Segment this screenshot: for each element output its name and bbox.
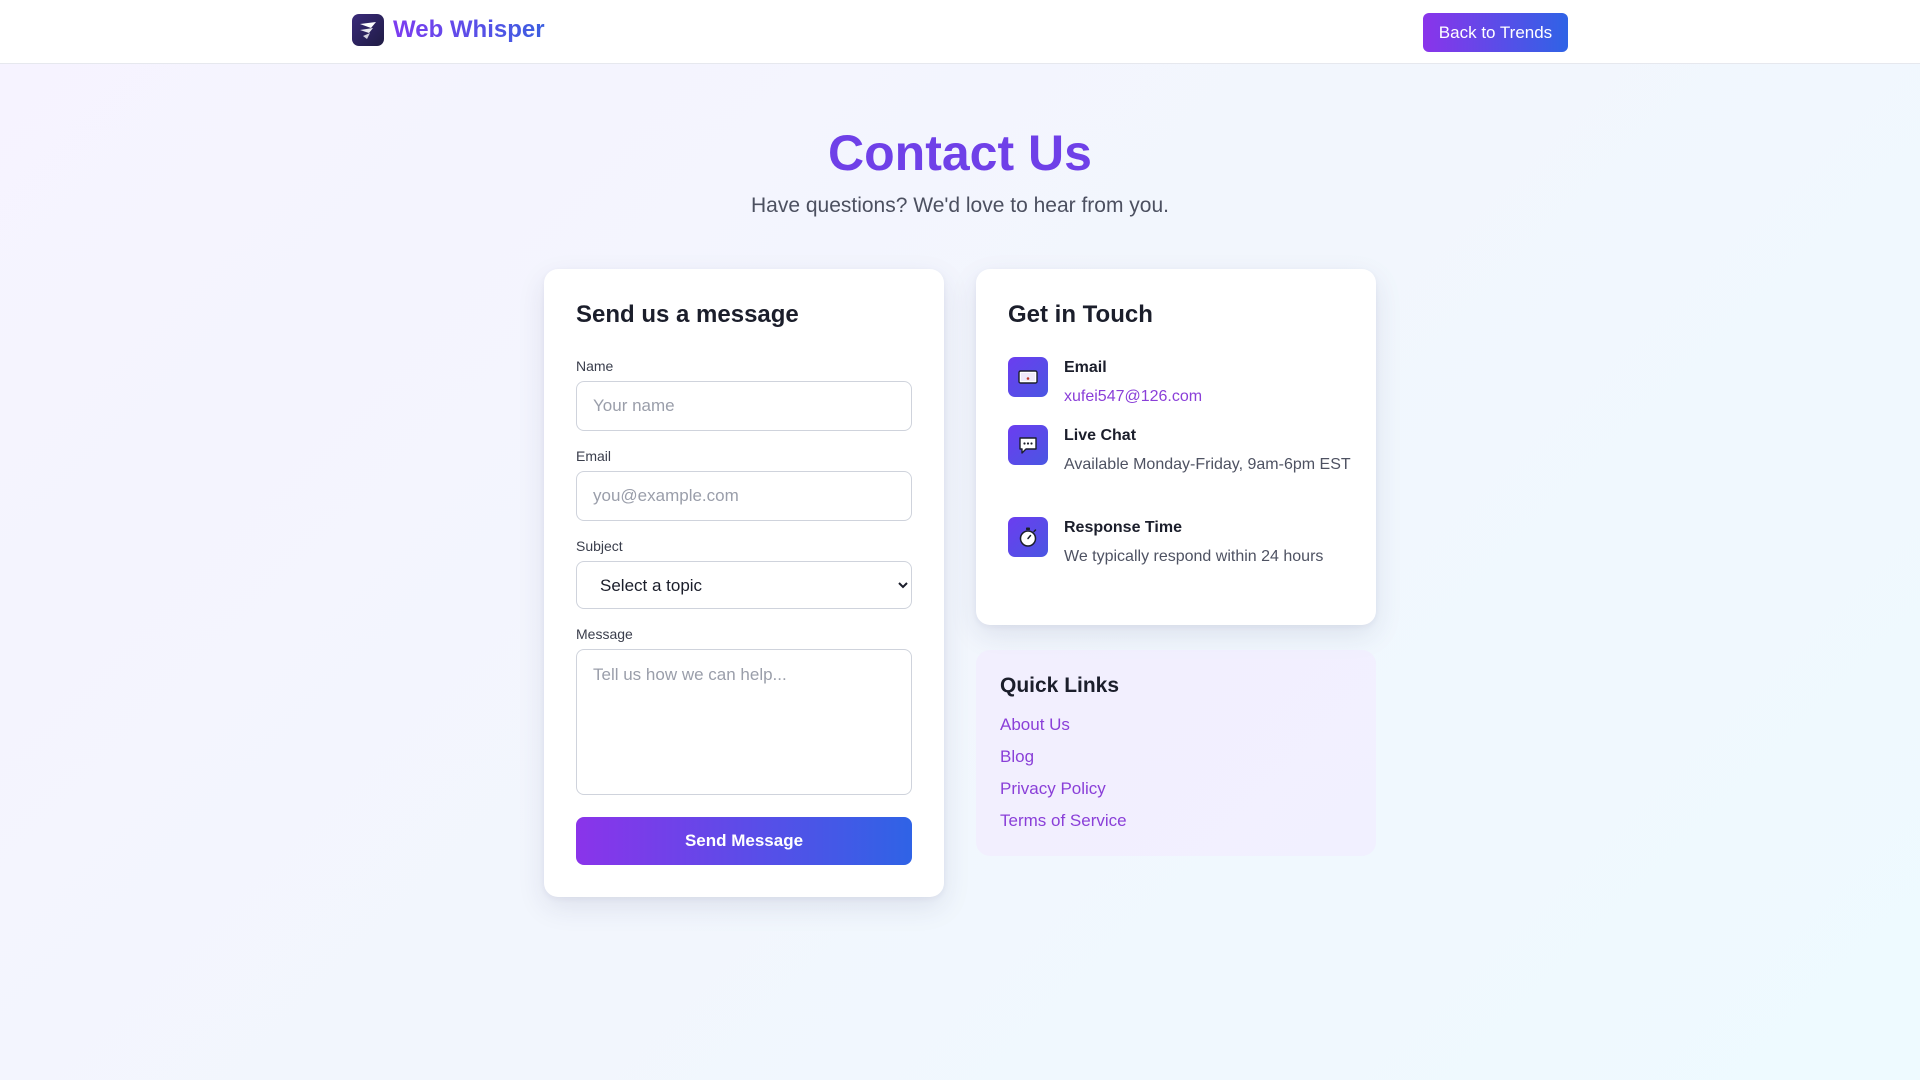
- contact-item-email: Email xufei547@126.com: [1008, 357, 1348, 413]
- email-label: Email: [576, 448, 612, 464]
- envelope-icon: [1008, 357, 1048, 397]
- contact-response-text: We typically respond within 24 hours: [1064, 548, 1324, 565]
- form-title: Send us a message: [576, 301, 799, 328]
- send-message-button[interactable]: Send Message: [576, 817, 912, 865]
- contact-item-response-time: Response Time We typically respond withi…: [1008, 517, 1348, 593]
- contact-form-card: Send us a message Name Email Subject Sel…: [544, 269, 944, 897]
- quick-link-terms-of-service[interactable]: Terms of Service: [1000, 811, 1127, 831]
- contact-email-text-wrap: xufei547@126.com: [1064, 385, 1354, 409]
- name-input[interactable]: [576, 381, 912, 431]
- back-to-trends-button[interactable]: Back to Trends: [1423, 13, 1568, 52]
- subject-select[interactable]: Select a topic: [576, 561, 912, 609]
- quick-link-about-us[interactable]: About Us: [1000, 715, 1070, 735]
- message-label: Message: [576, 626, 633, 642]
- stopwatch-icon: [1008, 517, 1048, 557]
- message-textarea[interactable]: [576, 649, 912, 795]
- quick-links-title: Quick Links: [1000, 674, 1120, 697]
- get-in-touch-card: Get in Touch Email xufei547@126.com Live…: [976, 269, 1376, 625]
- email-input[interactable]: [576, 471, 912, 521]
- brand-name: Web Whisper: [393, 16, 545, 43]
- quick-links-panel: Quick Links About Us Blog Privacy Policy…: [976, 650, 1376, 856]
- page-title: Contact Us: [828, 125, 1092, 181]
- name-label: Name: [576, 358, 614, 374]
- quick-link-privacy-policy[interactable]: Privacy Policy: [1000, 779, 1106, 799]
- top-navbar: Web Whisper Back to Trends: [0, 0, 1920, 64]
- quick-link-blog[interactable]: Blog: [1000, 747, 1034, 767]
- page-subtitle: Have questions? We'd love to hear from y…: [750, 194, 1169, 217]
- contact-chat-text: Available Monday-Friday, 9am-6pm EST: [1064, 456, 1351, 473]
- subject-label: Subject: [576, 538, 623, 554]
- contact-email-link[interactable]: xufei547@126.com: [1064, 388, 1202, 405]
- contact-response-title: Response Time: [1064, 519, 1182, 536]
- touch-title: Get in Touch: [1008, 301, 1153, 328]
- brand[interactable]: Web Whisper: [352, 14, 545, 46]
- contact-item-live-chat: Live Chat Available Monday-Friday, 9am-6…: [1008, 425, 1351, 501]
- chat-bubble-icon: [1008, 425, 1048, 465]
- contact-chat-title: Live Chat: [1064, 427, 1137, 444]
- brand-logo-icon: [352, 14, 384, 46]
- contact-email-title: Email: [1064, 359, 1107, 376]
